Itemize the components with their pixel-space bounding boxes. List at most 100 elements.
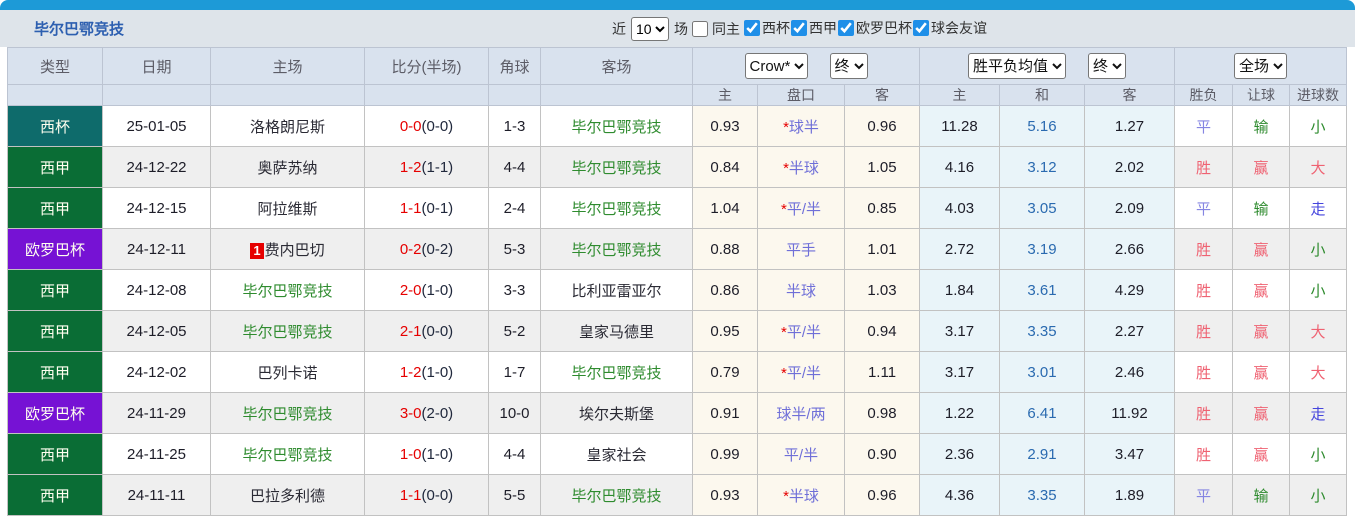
away-team-cell[interactable]: 毕尔巴鄂竞技: [540, 187, 693, 229]
col-header-date: 日期: [102, 47, 211, 85]
date-cell: 24-12-02: [102, 351, 211, 393]
home-team-cell[interactable]: 1 费内巴切: [210, 228, 365, 270]
table-row: 西甲 24-12-02 巴列卡诺 1-2(1-0) 1-7 毕尔巴鄂竞技 0.7…: [7, 351, 1348, 393]
home-team-cell[interactable]: 阿拉维斯: [210, 187, 365, 229]
league-filter-checkbox-2[interactable]: [838, 20, 854, 36]
home-team-cell[interactable]: 巴列卡诺: [210, 351, 365, 393]
odds-time-select[interactable]: 终: [829, 53, 868, 79]
handicap-result-cell: 赢: [1232, 392, 1291, 434]
handicap-result-cell: 输: [1232, 474, 1291, 516]
avg-away-cell: 3.47: [1084, 433, 1176, 475]
handicap-cell: *平/半: [757, 351, 845, 393]
away-team-cell[interactable]: 皇家社会: [540, 433, 693, 475]
odds-home-cell: 0.88: [692, 228, 758, 270]
team-link[interactable]: 毕尔巴鄂竞技: [571, 242, 661, 259]
team-link[interactable]: 毕尔巴鄂竞技: [242, 324, 332, 341]
sub-header-avg-draw: 和: [999, 84, 1086, 106]
avg-away-cell: 4.29: [1084, 269, 1176, 311]
corner-cell: 4-4: [488, 433, 541, 475]
avg-home-cell: 4.16: [919, 146, 1001, 188]
home-team-cell[interactable]: 毕尔巴鄂竞技: [210, 269, 365, 311]
away-team-cell[interactable]: 毕尔巴鄂竞技: [540, 351, 693, 393]
league-filter: 西杯: [743, 18, 790, 38]
away-team-cell[interactable]: 毕尔巴鄂竞技: [540, 474, 693, 516]
score-cell: 1-2(1-1): [364, 146, 489, 188]
home-team-cell[interactable]: 洛格朗尼斯: [210, 105, 365, 147]
team-link[interactable]: 毕尔巴鄂竞技: [571, 119, 661, 136]
scope-select[interactable]: 全场: [1234, 53, 1288, 79]
average-time-select[interactable]: 终: [1088, 53, 1127, 79]
league-filter-label: 欧罗巴杯: [856, 20, 912, 36]
goals-result-cell: 大: [1289, 310, 1348, 352]
team-link[interactable]: 奥萨苏纳: [257, 160, 317, 177]
team-link[interactable]: 毕尔巴鄂竞技: [242, 406, 332, 423]
date-cell: 24-12-11: [102, 228, 211, 270]
away-team-cell[interactable]: 毕尔巴鄂竞技: [540, 146, 693, 188]
goals-result-cell: 走: [1289, 392, 1348, 434]
toolbar: 毕尔巴鄂竞技 近 10 场 同主 西杯 西甲 欧罗巴杯 球会友谊: [0, 10, 1355, 47]
team-link[interactable]: 毕尔巴鄂竞技: [242, 283, 332, 300]
outcome-cell: 胜: [1174, 433, 1234, 475]
handicap-result-cell: 赢: [1232, 269, 1291, 311]
result-group-header: 全场: [1174, 47, 1348, 85]
away-team-cell[interactable]: 比利亚雷亚尔: [540, 269, 693, 311]
team-link[interactable]: 洛格朗尼斯: [250, 119, 325, 136]
handicap-result-cell: 赢: [1232, 228, 1291, 270]
avg-home-cell: 2.72: [919, 228, 1001, 270]
avg-draw-cell: 2.91: [999, 433, 1086, 475]
away-team-cell[interactable]: 毕尔巴鄂竞技: [540, 105, 693, 147]
team-link[interactable]: 毕尔巴鄂竞技: [571, 365, 661, 382]
handicap-cell: *平/半: [757, 310, 845, 352]
team-link[interactable]: 阿拉维斯: [257, 201, 317, 218]
league-filter-checkbox-0[interactable]: [744, 20, 760, 36]
corner-cell: 10-0: [488, 392, 541, 434]
table-row: 西甲 24-12-05 毕尔巴鄂竞技 2-1(0-0) 5-2 皇家马德里 0.…: [7, 310, 1348, 352]
team-link[interactable]: 皇家社会: [586, 447, 646, 464]
average-type-select[interactable]: 胜平负均值: [968, 53, 1067, 79]
home-team-cell[interactable]: 毕尔巴鄂竞技: [210, 433, 365, 475]
home-team-cell[interactable]: 毕尔巴鄂竞技: [210, 392, 365, 434]
table-row: 欧罗巴杯 24-12-11 1 费内巴切 0-2(0-2) 5-3 毕尔巴鄂竞技 …: [7, 228, 1348, 270]
odds-away-cell: 1.03: [843, 269, 921, 311]
team-link[interactable]: 皇家马德里: [579, 324, 654, 341]
home-team-cell[interactable]: 毕尔巴鄂竞技: [210, 310, 365, 352]
col-header-score: 比分(半场): [364, 47, 489, 85]
team-link[interactable]: 毕尔巴鄂竞技: [571, 488, 661, 505]
odds-company-select[interactable]: Crow*: [744, 53, 808, 79]
same-home-checkbox[interactable]: [692, 20, 708, 37]
team-link[interactable]: 费内巴切: [265, 242, 325, 259]
league-type-cell: 西甲: [7, 269, 103, 311]
goals-result-cell: 小: [1289, 474, 1348, 516]
table-row: 西甲 24-11-11 巴拉多利德 1-1(0-0) 5-5 毕尔巴鄂竞技 0.…: [7, 474, 1348, 516]
recent-count-select[interactable]: 10: [631, 16, 669, 41]
table-row: 欧罗巴杯 24-11-29 毕尔巴鄂竞技 3-0(2-0) 10-0 埃尔夫斯堡…: [7, 392, 1348, 434]
team-link[interactable]: 毕尔巴鄂竞技: [242, 447, 332, 464]
team-link[interactable]: 毕尔巴鄂竞技: [571, 160, 661, 177]
avg-draw-cell: 3.05: [999, 187, 1086, 229]
score-cell: 0-2(0-2): [364, 228, 489, 270]
avg-draw-cell: 3.01: [999, 351, 1086, 393]
match-history-panel: 毕尔巴鄂竞技 近 10 场 同主 西杯 西甲 欧罗巴杯 球会友谊 类型 日期 主场 比…: [0, 0, 1355, 520]
home-team-cell[interactable]: 巴拉多利德: [210, 474, 365, 516]
away-team-cell[interactable]: 皇家马德里: [540, 310, 693, 352]
team-link[interactable]: 埃尔夫斯堡: [579, 406, 654, 423]
team-link[interactable]: 比利亚雷亚尔: [571, 283, 661, 300]
score-cell: 0-0(0-0): [364, 105, 489, 147]
team-link[interactable]: 巴拉多利德: [250, 488, 325, 505]
league-filter-checkbox-1[interactable]: [791, 20, 807, 36]
avg-away-cell: 2.46: [1084, 351, 1176, 393]
team-link[interactable]: 巴列卡诺: [257, 365, 317, 382]
odds-away-cell: 0.90: [843, 433, 921, 475]
team-link[interactable]: 毕尔巴鄂竞技: [571, 201, 661, 218]
odds-away-cell: 0.96: [843, 474, 921, 516]
odds-away-cell: 0.96: [843, 105, 921, 147]
league-filter-checkbox-3[interactable]: [913, 20, 929, 36]
away-team-cell[interactable]: 埃尔夫斯堡: [540, 392, 693, 434]
team-name[interactable]: 毕尔巴鄂竞技: [34, 18, 124, 39]
away-team-cell[interactable]: 毕尔巴鄂竞技: [540, 228, 693, 270]
home-team-cell[interactable]: 奥萨苏纳: [210, 146, 365, 188]
league-type-cell: 欧罗巴杯: [7, 228, 103, 270]
corner-cell: 5-5: [488, 474, 541, 516]
league-type-cell: 西甲: [7, 146, 103, 188]
avg-away-cell: 2.02: [1084, 146, 1176, 188]
